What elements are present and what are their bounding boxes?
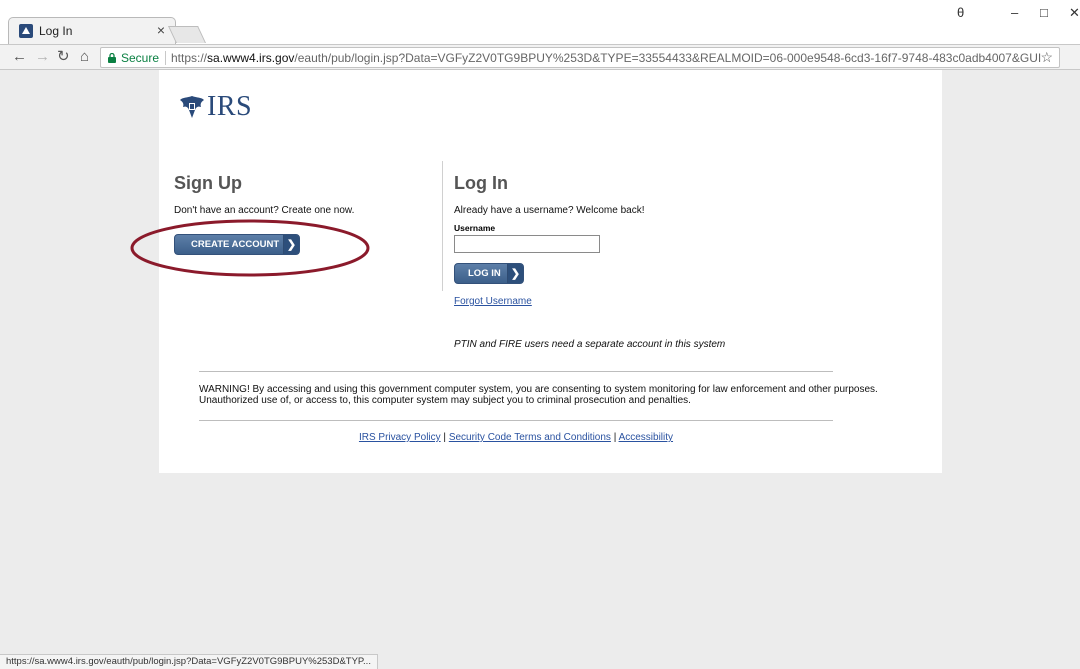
profile-icon[interactable]: θ [957,5,964,21]
create-account-label: CREATE ACCOUNT [191,239,280,250]
home-icon[interactable]: ⌂ [80,49,89,65]
log-in-button[interactable]: LOG IN ❯ [454,263,524,284]
tab-strip: Log In × θ – □ ✕ [0,0,1080,44]
url-scheme: https:// [171,51,208,65]
irs-favicon-icon [19,24,33,38]
divider-top [199,371,833,372]
accessibility-link[interactable]: Accessibility [619,432,673,443]
irs-logo-text: IRS [207,91,253,122]
omnibox-divider [165,51,166,65]
divider-bottom [199,420,833,421]
create-account-button[interactable]: CREATE ACCOUNT ❯ [174,234,300,255]
url-text[interactable]: https://sa.www4.irs.gov/eauth/pub/login.… [171,51,1041,65]
lock-icon [108,53,116,63]
url-host: sa.www4.irs.gov [207,51,295,65]
back-icon[interactable]: ← [12,49,27,65]
login-text: Already have a username? Welcome back! [454,205,645,216]
signup-text: Don't have an account? Create one now. [174,205,355,216]
close-window-icon[interactable]: ✕ [1069,5,1080,21]
signup-heading: Sign Up [174,173,242,193]
security-terms-link[interactable]: Security Code Terms and Conditions [449,432,611,443]
username-input[interactable] [454,235,600,253]
tab-title: Log In [39,24,73,38]
bookmark-star-icon[interactable]: ☆ [1040,49,1053,66]
footer-links: IRS Privacy Policy | Security Code Terms… [159,432,873,443]
chevron-right-icon: ❯ [507,264,523,283]
footer-separator: | [613,432,617,443]
address-bar[interactable]: Secure https://sa.www4.irs.gov/eauth/pub… [100,47,1060,68]
irs-logo[interactable]: IRS [179,91,253,122]
footer-separator: | [443,432,447,443]
forward-icon[interactable]: → [35,49,50,65]
url-path: /eauth/pub/login.jsp?Data=VGFyZ2V0TG9BPU… [294,51,1041,65]
login-heading: Log In [454,173,508,193]
warning-text: WARNING! By accessing and using this gov… [199,384,878,406]
log-in-label: LOG IN [468,268,501,279]
column-divider [442,161,443,291]
ptin-note: PTIN and FIRE users need a separate acco… [454,339,726,350]
chevron-right-icon: ❯ [283,235,299,254]
username-label: Username [454,223,496,233]
browser-toolbar: ← → ↻ ⌂ Secure https://sa.www4.irs.gov/e… [0,44,1080,70]
signup-section: Sign Up Don't have an account? Create on… [130,173,434,277]
login-panel: IRS Sign Up Don't have an account? Creat… [130,70,942,473]
tab-close-icon[interactable]: × [157,22,165,38]
reload-icon[interactable]: ↻ [57,49,70,65]
browser-tab[interactable]: Log In × [8,17,176,44]
irs-eagle-icon [180,96,204,118]
minimize-icon[interactable]: – [1011,5,1018,21]
login-section: Log In Already have a username? Welcome … [454,173,854,350]
secure-label: Secure [121,51,160,65]
forgot-username-link[interactable]: Forgot Username [454,296,532,307]
privacy-policy-link[interactable]: IRS Privacy Policy [359,432,441,443]
status-bar-url: https://sa.www4.irs.gov/eauth/pub/login.… [0,654,378,669]
maximize-icon[interactable]: □ [1040,5,1048,21]
